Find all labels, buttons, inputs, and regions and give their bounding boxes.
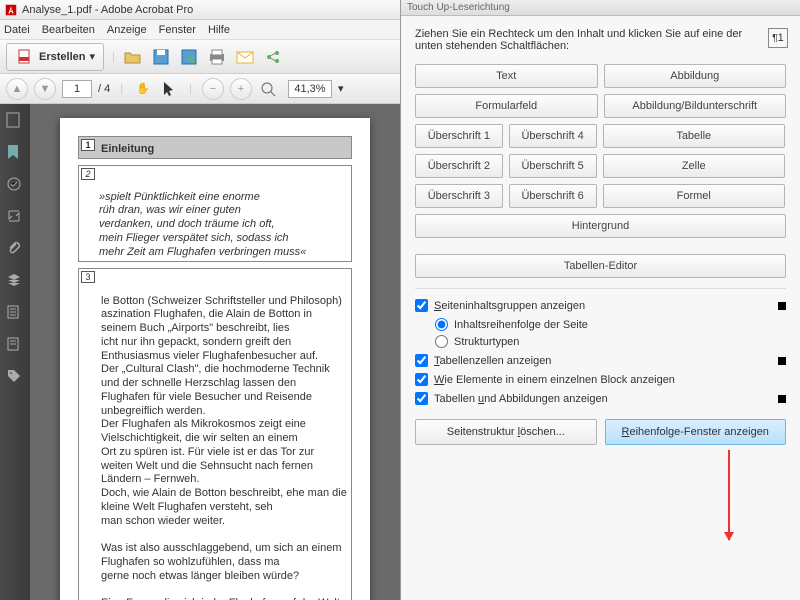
- zoom-level[interactable]: 41,3%: [288, 80, 332, 98]
- btn-clear-structure[interactable]: Seitenstruktur löschen...Seitenstruktur …: [415, 419, 597, 445]
- btn-show-order-window[interactable]: Reihenfolge-Fenster anzeigenReihenfolge-…: [605, 419, 787, 445]
- btn-figure-caption[interactable]: Abbildung/Bildunterschrift: [604, 94, 787, 118]
- menu-file[interactable]: Datei: [4, 24, 30, 36]
- create-button[interactable]: Erstellen ▾: [6, 43, 104, 71]
- zoom-out-button[interactable]: −: [202, 78, 224, 100]
- reading-order-icon[interactable]: ¶1: [768, 28, 788, 48]
- bookmarks-icon[interactable]: [6, 144, 24, 162]
- radio-structure-types[interactable]: Strukturtypen: [435, 335, 786, 348]
- title-bar: Analyse_1.pdf - Adobe Acrobat Pro: [0, 0, 400, 20]
- btn-table-editor[interactable]: Tabellen-Editor: [415, 254, 786, 278]
- btn-figure[interactable]: Abbildung: [604, 64, 787, 88]
- toolbar-main: Erstellen ▾ |: [0, 40, 400, 74]
- btn-cell[interactable]: Zelle: [603, 154, 786, 178]
- tag-number: 1: [81, 139, 95, 151]
- btn-table[interactable]: Tabelle: [603, 124, 786, 148]
- acrobat-window: Analyse_1.pdf - Adobe Acrobat Pro Datei …: [0, 0, 400, 600]
- tag-region-3[interactable]: 3 le Botton (Schweizer Schriftsteller un…: [78, 268, 352, 600]
- radio[interactable]: [435, 335, 448, 348]
- btn-h4[interactable]: Überschrift 4: [509, 124, 597, 148]
- btn-formfield[interactable]: Formularfeld: [415, 94, 598, 118]
- page-down-button[interactable]: ▼: [34, 78, 56, 100]
- annotation-arrow: [728, 450, 730, 540]
- btn-h3[interactable]: Überschrift 3: [415, 184, 503, 208]
- menu-edit[interactable]: Bearbeiten: [42, 24, 95, 36]
- tags-icon[interactable]: [6, 368, 24, 386]
- tag-number: 2: [81, 168, 95, 180]
- pdf-icon: [15, 47, 35, 67]
- tag-number: 3: [81, 271, 95, 283]
- content-area: 1 Einleitung 2 »spielt Pünktlichkeit ein…: [0, 104, 400, 600]
- select-tool-icon[interactable]: [159, 79, 179, 99]
- pdf-page: 1 Einleitung 2 »spielt Pünktlichkeit ein…: [60, 118, 370, 600]
- window-title: Analyse_1.pdf - Adobe Acrobat Pro: [22, 4, 193, 16]
- check-content-groups[interactable]: SSeiteninhaltsgruppen anzeigeneiteninhal…: [415, 299, 786, 312]
- open-icon[interactable]: [123, 47, 143, 67]
- thumbnails-icon[interactable]: [6, 112, 24, 130]
- content-panel-icon[interactable]: [6, 336, 24, 354]
- articles-icon[interactable]: [6, 304, 24, 322]
- menu-window[interactable]: Fenster: [159, 24, 196, 36]
- check-single-block[interactable]: Wie Elemente in einem einzelnen Block an…: [415, 373, 786, 386]
- zoom-in-button[interactable]: +: [230, 78, 252, 100]
- btn-h5[interactable]: Überschrift 5: [509, 154, 597, 178]
- check-tables-figures[interactable]: Tabellen und Abbildungen anzeigenTabelle…: [415, 392, 786, 405]
- attachments-icon[interactable]: [6, 240, 24, 258]
- mail-icon[interactable]: [235, 47, 255, 67]
- toolbar-nav: ▲ ▼ / 4 | ✋ | − + 41,3%▾: [0, 74, 400, 104]
- print-icon[interactable]: [207, 47, 227, 67]
- share-icon[interactable]: [263, 47, 283, 67]
- tag-button-grid: Text Abbildung Formularfeld Abbildung/Bi…: [415, 64, 786, 238]
- page-number-input[interactable]: [62, 80, 92, 98]
- touchup-reading-order-panel: Touch Up-Leserichtung ¶1 Ziehen Sie ein …: [400, 0, 800, 600]
- acrobat-logo-icon: [4, 3, 18, 17]
- layers-icon[interactable]: [6, 272, 24, 290]
- btn-h1[interactable]: Überschrift 1: [415, 124, 503, 148]
- page-up-button[interactable]: ▲: [6, 78, 28, 100]
- btn-h2[interactable]: Überschrift 2: [415, 154, 503, 178]
- checkbox[interactable]: [415, 299, 428, 312]
- save-as-icon[interactable]: [179, 47, 199, 67]
- marquee-zoom-icon[interactable]: [258, 79, 278, 99]
- hand-tool-icon[interactable]: ✋: [133, 79, 153, 99]
- checkbox[interactable]: [415, 373, 428, 386]
- btn-formula[interactable]: Formel: [603, 184, 786, 208]
- btn-text[interactable]: Text: [415, 64, 598, 88]
- heading-text: Einleitung: [101, 143, 154, 155]
- btn-background[interactable]: Hintergrund: [415, 214, 786, 238]
- color-swatch[interactable]: [778, 302, 786, 310]
- menu-bar: Datei Bearbeiten Anzeige Fenster Hilfe: [0, 20, 400, 40]
- color-swatch[interactable]: [778, 395, 786, 403]
- tag-region-2[interactable]: 2 »spielt Pünktlichkeit eine enorme rüh …: [78, 165, 352, 262]
- side-panel: [0, 104, 30, 600]
- chevron-down-icon: ▾: [89, 50, 95, 63]
- check-table-cells[interactable]: Tabellenzellen anzeigenTabellenzellen an…: [415, 354, 786, 367]
- signatures-icon[interactable]: [6, 176, 24, 194]
- color-swatch[interactable]: [778, 357, 786, 365]
- menu-view[interactable]: Anzeige: [107, 24, 147, 36]
- menu-help[interactable]: Hilfe: [208, 24, 230, 36]
- document-viewport[interactable]: 1 Einleitung 2 »spielt Pünktlichkeit ein…: [30, 104, 400, 600]
- reflow-icon[interactable]: [6, 208, 24, 226]
- save-icon[interactable]: [151, 47, 171, 67]
- panel-instruction: Ziehen Sie ein Rechteck um den Inhalt un…: [415, 28, 786, 52]
- page-total: / 4: [98, 83, 110, 95]
- radio-content-order[interactable]: Inhaltsreihenfolge der Seite: [435, 318, 786, 331]
- checkbox[interactable]: [415, 392, 428, 405]
- checkbox[interactable]: [415, 354, 428, 367]
- radio[interactable]: [435, 318, 448, 331]
- btn-h6[interactable]: Überschrift 6: [509, 184, 597, 208]
- panel-title: Touch Up-Leserichtung: [401, 0, 800, 16]
- tag-region-1[interactable]: 1 Einleitung: [78, 136, 352, 159]
